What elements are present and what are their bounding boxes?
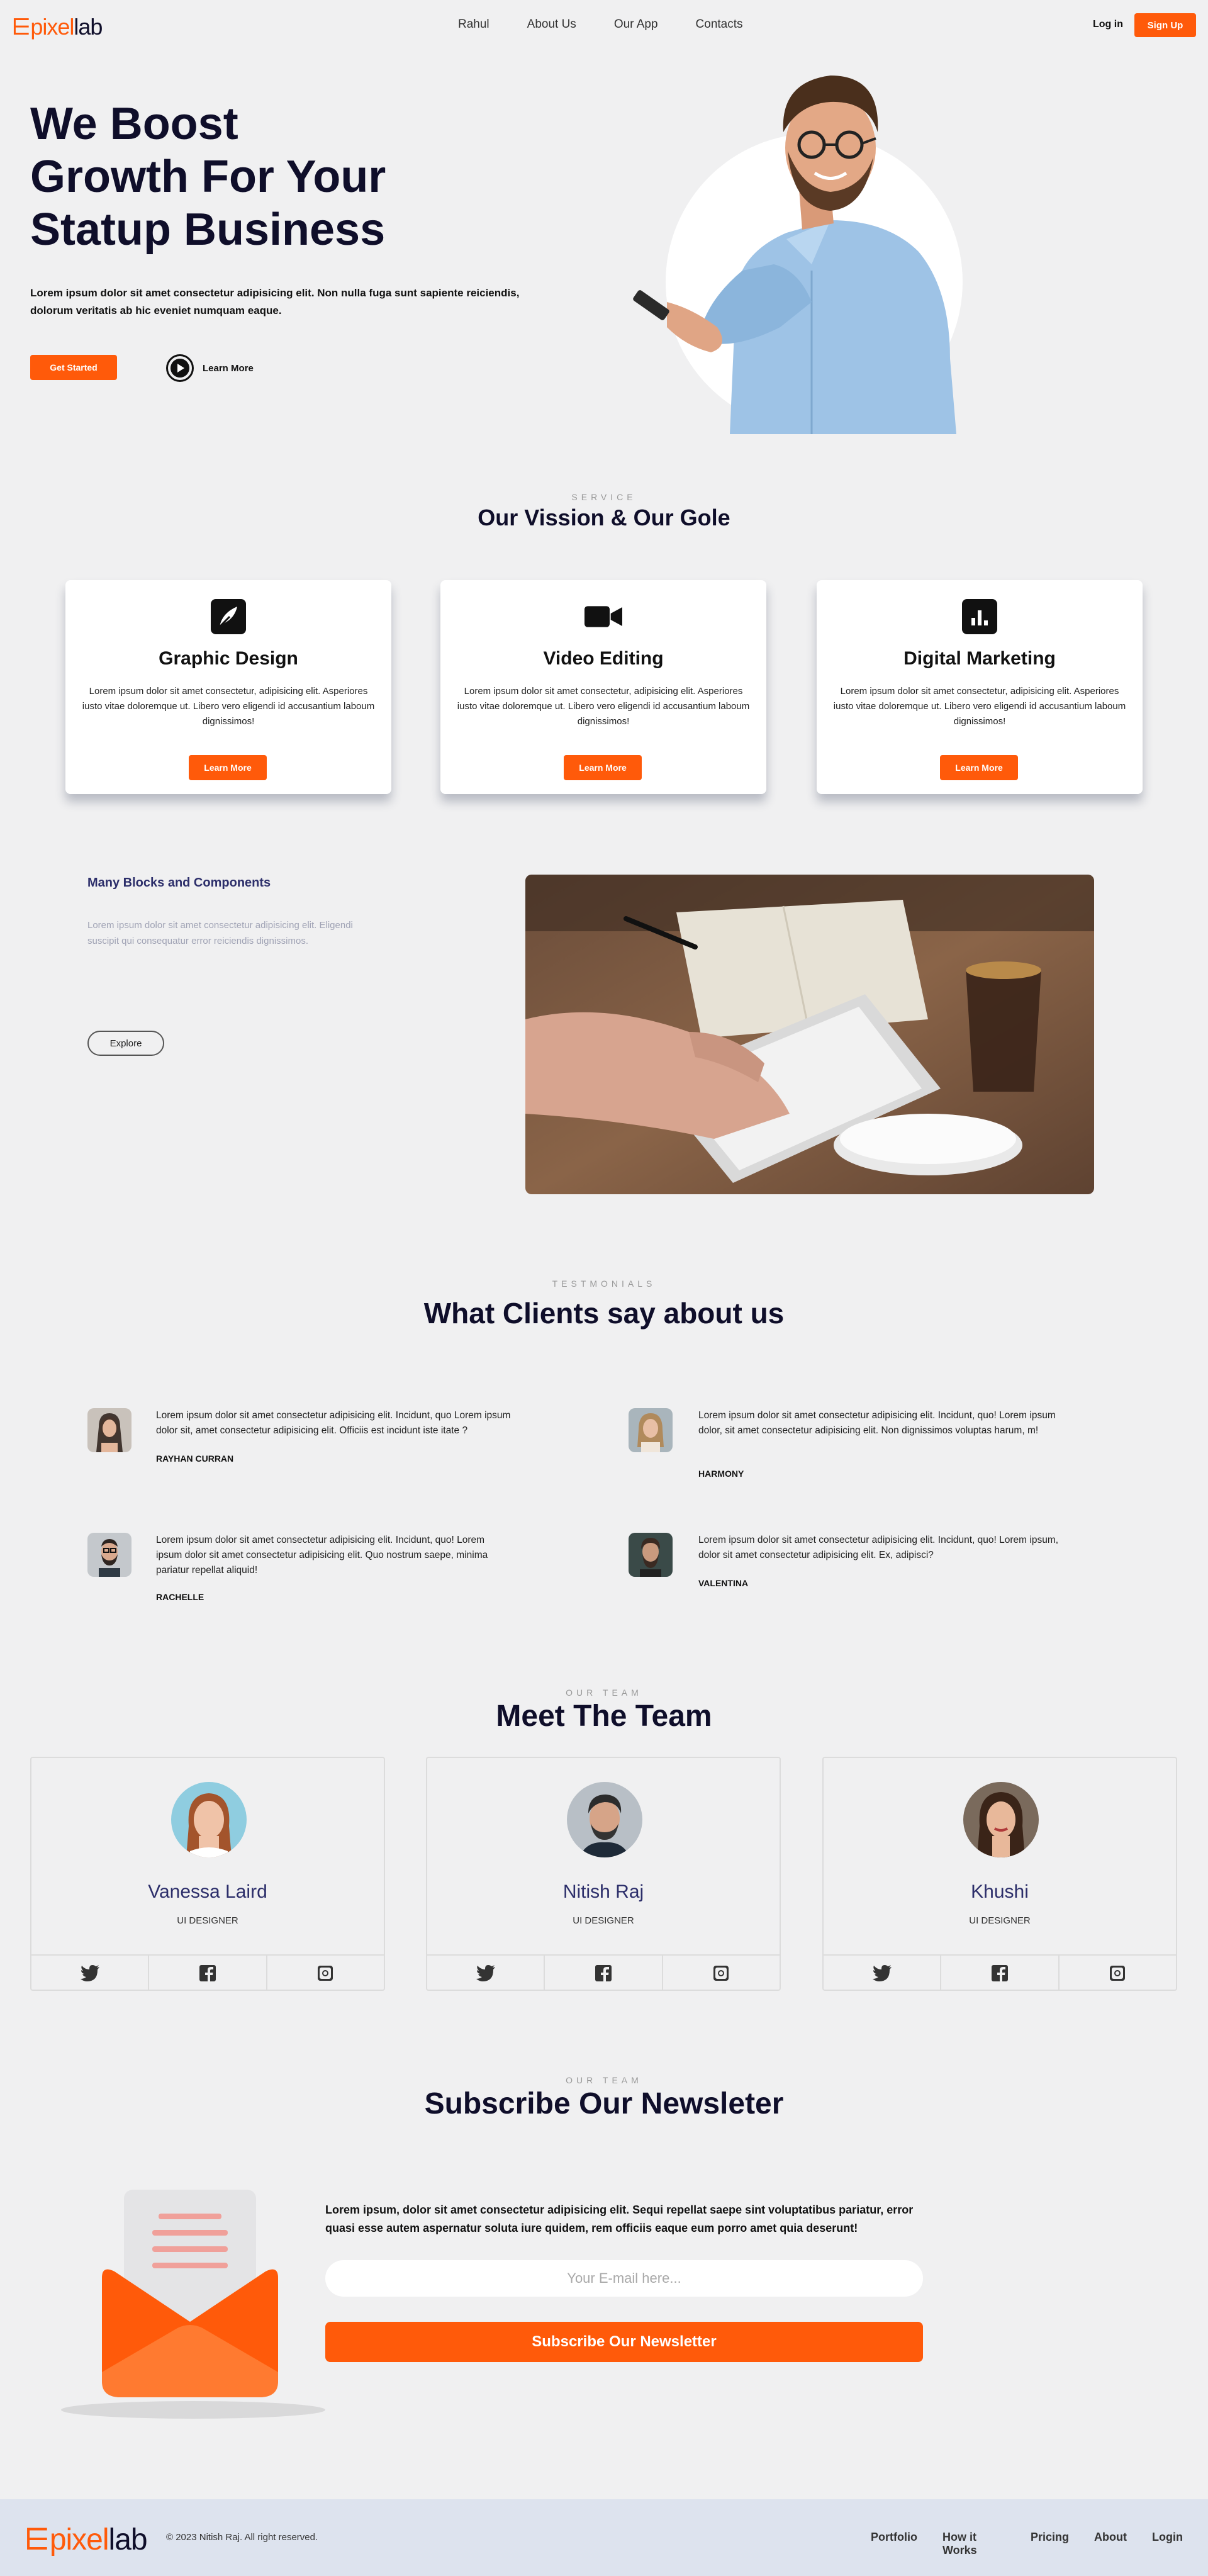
facebook-icon[interactable]: [149, 1956, 267, 1991]
hero-description: Lorem ipsum dolor sit amet consectetur a…: [30, 287, 520, 316]
team-avatar: [171, 1782, 247, 1857]
client-avatar: [87, 1533, 131, 1577]
hero-title-line-2: Growth For Your: [30, 152, 386, 202]
instagram-icon[interactable]: [267, 1956, 384, 1991]
team-kicker: OUR TEAM: [566, 1688, 642, 1698]
site-logo[interactable]: ⋿ pixel lab: [11, 14, 103, 40]
footer-link-pricing[interactable]: Pricing: [1031, 2531, 1069, 2557]
learn-more-video-button[interactable]: Learn More: [166, 354, 254, 382]
testimonial-text: Lorem ipsum dolor sit amet consectetur a…: [698, 1535, 1059, 1560]
team-member-name: Vanessa Laird: [148, 1881, 267, 1902]
testimonial-text: Lorem ipsum dolor sit amet consectetur a…: [156, 1410, 511, 1436]
newsletter-title: Subscribe Our Newsleter: [424, 2087, 784, 2120]
team-member-role: UI DESIGNER: [177, 1915, 238, 1926]
team-member-name: Khushi: [971, 1881, 1029, 1902]
hero-title-line-3: Statup Business: [30, 204, 386, 255]
service-card-text: Lorem ipsum dolor sit amet consectetur, …: [457, 686, 750, 727]
team-card-khushi: Khushi UI DESIGNER: [822, 1757, 1177, 1991]
service-card-digital-marketing: Digital Marketing Lorem ipsum dolor sit …: [817, 580, 1143, 794]
twitter-icon[interactable]: [31, 1956, 150, 1991]
learn-more-button[interactable]: Learn More: [564, 755, 642, 780]
login-link[interactable]: Log in: [1093, 19, 1123, 30]
team-avatar: [567, 1782, 642, 1857]
newsletter-kicker: OUR TEAM: [566, 2075, 642, 2085]
testimonial-name: RACHELLE: [156, 1592, 204, 1602]
logo-text-pixel: pixel: [30, 14, 74, 40]
hero-title-line-1: We Boost: [30, 99, 238, 149]
client-avatar: [87, 1408, 131, 1452]
hero-person-image: [633, 76, 956, 434]
service-card-video-editing: Video Editing Lorem ipsum dolor sit amet…: [440, 580, 766, 794]
explore-button[interactable]: Explore: [87, 1031, 164, 1056]
team-avatar: [963, 1782, 1039, 1857]
play-icon: [166, 354, 194, 382]
footer-nav: Portfolio How it Works Pricing About Log…: [871, 2531, 1208, 2557]
instagram-icon[interactable]: [1060, 1956, 1176, 1991]
client-avatar: [629, 1533, 673, 1577]
team-member-name: Nitish Raj: [562, 1881, 644, 1902]
service-card-title: Graphic Design: [159, 648, 298, 669]
main-nav: Rahul About Us Our App Contacts: [458, 18, 781, 31]
twitter-icon[interactable]: [824, 1956, 942, 1991]
newsletter-text: Lorem ipsum, dolor sit amet consectetur …: [325, 2204, 914, 2234]
feather-icon: [210, 598, 247, 636]
instagram-icon[interactable]: [663, 1956, 780, 1991]
team-member-role: UI DESIGNER: [969, 1915, 1031, 1926]
service-kicker: SERVICE: [571, 492, 637, 502]
envelope-illustration: [61, 2190, 325, 2419]
nav-link-about-us[interactable]: About Us: [527, 18, 576, 31]
team-social-links: [31, 1954, 384, 1991]
logo-mark: ⋿: [24, 2523, 50, 2556]
testimonial-name: HARMONY: [698, 1469, 744, 1479]
learn-more-button[interactable]: Learn More: [189, 755, 267, 780]
service-card-graphic-design: Graphic Design Lorem ipsum dolor sit ame…: [65, 580, 391, 794]
footer-link-portfolio[interactable]: Portfolio: [871, 2531, 917, 2557]
testimonials-kicker: TESTMONIALS: [552, 1279, 656, 1289]
service-title: Our Vission & Our Gole: [478, 505, 730, 530]
testimonials-title: What Clients say about us: [423, 1297, 785, 1330]
bar-chart-icon: [961, 598, 998, 636]
footer-link-how-it-works[interactable]: How it Works: [942, 2531, 1005, 2557]
testimonial-text: Lorem ipsum dolor sit amet consectetur a…: [156, 1535, 488, 1576]
service-card-title: Video Editing: [543, 648, 664, 669]
footer-link-about[interactable]: About: [1094, 2531, 1127, 2557]
footer-logo[interactable]: ⋿ pixel lab: [24, 2522, 148, 2557]
twitter-icon[interactable]: [427, 1956, 545, 1991]
service-card-title: Digital Marketing: [903, 648, 1056, 669]
learn-more-button[interactable]: Learn More: [940, 755, 1018, 780]
footer-link-login[interactable]: Login: [1152, 2531, 1183, 2557]
nav-link-contacts[interactable]: Contacts: [696, 18, 743, 31]
service-card-text: Lorem ipsum dolor sit amet consectetur, …: [833, 686, 1126, 727]
team-social-links: [824, 1954, 1176, 1991]
team-member-role: UI DESIGNER: [573, 1915, 634, 1926]
client-avatar: [629, 1408, 673, 1452]
learn-more-label: Learn More: [203, 362, 254, 374]
team-card-vanessa: Vanessa Laird UI DESIGNER: [30, 1757, 385, 1991]
email-input[interactable]: [325, 2260, 923, 2297]
hero-title: We Boost Growth For Your Statup Business: [30, 98, 483, 256]
team-card-nitish: Nitish Raj UI DESIGNER: [426, 1757, 781, 1991]
testimonial-name: RAYHAN CURRAN: [156, 1453, 234, 1464]
subscribe-button[interactable]: Subscribe Our Newsletter: [325, 2322, 923, 2362]
facebook-icon[interactable]: [941, 1956, 1060, 1991]
team-title: Meet The Team: [496, 1700, 712, 1733]
signup-button[interactable]: Sign Up: [1134, 13, 1196, 37]
logo-mark: ⋿: [11, 14, 31, 40]
logo-text-lab: lab: [74, 14, 103, 40]
team-social-links: [427, 1954, 780, 1991]
desk-keyboard-photo: [525, 875, 1094, 1194]
testimonial-text: Lorem ipsum dolor sit amet consectetur a…: [698, 1410, 1056, 1436]
logo-text-pixel: pixel: [49, 2523, 109, 2556]
nav-link-our-app[interactable]: Our App: [614, 18, 658, 31]
logo-text-lab: lab: [108, 2523, 148, 2556]
testimonial-name: VALENTINA: [698, 1578, 749, 1588]
nav-link-rahul[interactable]: Rahul: [458, 18, 489, 31]
facebook-icon[interactable]: [545, 1956, 663, 1991]
service-card-text: Lorem ipsum dolor sit amet consectetur, …: [82, 686, 375, 727]
get-started-button[interactable]: Get Started: [30, 355, 117, 380]
blocks-title: Many Blocks and Components: [87, 876, 271, 890]
video-camera-icon: [584, 598, 622, 636]
footer-copyright: © 2023 Nitish Raj. All right reserved.: [166, 2532, 318, 2543]
blocks-text: Lorem ipsum dolor sit amet consectetur a…: [87, 920, 353, 946]
